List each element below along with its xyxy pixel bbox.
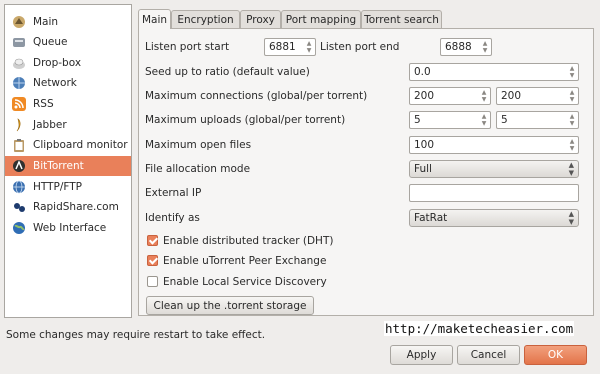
combo-arrows-icon: ▲ ▼ [568,210,574,226]
spin-arrows-icon[interactable]: ▲ ▼ [480,39,490,55]
sidebar-item-rss[interactable]: RSS [5,94,131,114]
file-allocation-label: File allocation mode [145,163,251,175]
pex-checkbox[interactable] [147,255,158,266]
combo-arrows-icon: ▲ ▼ [568,161,574,177]
restart-notice: Some changes may require restart to take… [6,329,266,341]
sidebar-item-bittorrent[interactable]: BitTorrent [5,156,131,176]
settings-category-list[interactable]: Main Queue Drop-box Network RSS Jabber C… [4,4,132,318]
sidebar-item-label: Clipboard monitor [33,139,128,151]
listen-port-start-label: Listen port start [145,41,230,53]
pex-label: Enable uTorrent Peer Exchange [163,255,327,267]
spin-arrows-icon[interactable]: ▲ ▼ [567,112,577,128]
sidebar-item-label: Network [33,77,77,89]
tab-label: Proxy [246,13,275,26]
seed-ratio-label: Seed up to ratio (default value) [145,66,310,78]
max-open-files-input[interactable] [409,136,579,154]
spin-arrows-icon[interactable]: ▲ ▼ [479,88,489,104]
sidebar-item-label: Queue [33,36,68,48]
spin-arrows-icon[interactable]: ▲ ▼ [479,112,489,128]
tab-label: Main [141,13,168,26]
max-uploads-label: Maximum uploads (global/per torrent) [145,114,346,126]
sidebar-item-queue[interactable]: Queue [5,32,131,52]
sidebar-item-main[interactable]: Main [5,12,131,32]
tab-encryption[interactable]: Encryption [171,10,240,28]
sidebar-item-clipboard-monitor[interactable]: Clipboard monitor [5,135,131,155]
http-ftp-icon [11,179,27,195]
apply-label: Apply [406,349,437,361]
web-interface-icon [11,220,27,236]
identify-as-select[interactable]: FatRat ▲ ▼ [409,209,579,227]
sidebar-item-label: Jabber [33,119,67,131]
sidebar-item-label: RSS [33,98,54,110]
cancel-button[interactable]: Cancel [457,345,520,365]
cleanup-torrent-storage-button[interactable]: Clean up the .torrent storage [146,296,314,315]
network-icon [11,75,27,91]
sidebar-item-rapidshare[interactable]: RapidShare.com [5,197,131,217]
watermark-url: http://maketecheasier.com [384,321,575,336]
tab-label: Encryption [177,13,234,26]
ok-button[interactable]: OK [524,345,587,365]
apply-button[interactable]: Apply [390,345,453,365]
tab-label: Torrent search [364,13,439,26]
rss-icon [11,96,27,112]
tab-port-mapping[interactable]: Port mapping [281,10,361,28]
external-ip-label: External IP [145,187,202,199]
tab-main[interactable]: Main [138,9,171,29]
cancel-label: Cancel [470,349,507,361]
listen-port-end-label: Listen port end [320,41,400,53]
ok-label: OK [547,349,564,361]
sidebar-item-network[interactable]: Network [5,73,131,93]
spin-arrows-icon[interactable]: ▲ ▼ [567,137,577,153]
max-connections-label: Maximum connections (global/per torrent) [145,90,368,102]
identify-as-label: Identify as [145,212,200,224]
sidebar-item-http-ftp[interactable]: HTTP/FTP [5,177,131,197]
rapidshare-icon [11,199,27,215]
identify-as-value: FatRat [414,212,448,224]
lsd-checkbox[interactable] [147,276,158,287]
spin-arrows-icon[interactable]: ▲ ▼ [304,39,314,55]
spin-arrows-icon[interactable]: ▲ ▼ [567,64,577,80]
dropbox-icon [11,55,27,71]
sidebar-item-label: RapidShare.com [33,201,119,213]
seed-ratio-input[interactable] [409,63,579,81]
tab-label: Port mapping [285,13,357,26]
spin-arrows-icon[interactable]: ▲ ▼ [567,88,577,104]
file-allocation-select[interactable]: Full ▲ ▼ [409,160,579,178]
clipboard-icon [11,137,27,153]
tab-torrent-search[interactable]: Torrent search [361,10,442,28]
file-allocation-value: Full [414,163,432,175]
dht-label: Enable distributed tracker (DHT) [163,235,334,247]
sidebar-item-label: Drop-box [33,57,82,69]
jabber-icon [11,117,27,133]
sidebar-item-label: HTTP/FTP [33,181,83,193]
bittorrent-icon [11,158,27,174]
external-ip-input[interactable] [409,184,579,202]
sidebar-item-web-interface[interactable]: Web Interface [5,218,131,238]
sidebar-item-label: Web Interface [33,222,107,234]
queue-icon [11,34,27,50]
main-icon [11,14,27,30]
sidebar-item-label: Main [33,16,59,28]
sidebar-item-drop-box[interactable]: Drop-box [5,53,131,73]
max-open-files-label: Maximum open files [145,139,252,151]
dht-checkbox[interactable] [147,235,158,246]
sidebar-item-label: BitTorrent [33,160,84,172]
lsd-label: Enable Local Service Discovery [163,276,327,288]
sidebar-item-jabber[interactable]: Jabber [5,115,131,135]
tab-proxy[interactable]: Proxy [240,10,281,28]
cleanup-button-label: Clean up the .torrent storage [153,299,307,312]
